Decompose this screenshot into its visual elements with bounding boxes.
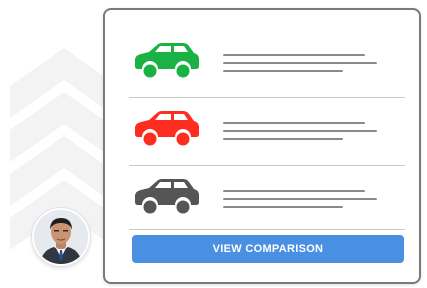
placeholder-line — [223, 54, 365, 56]
text-placeholder-lines — [223, 122, 379, 146]
car-wheel — [143, 132, 157, 146]
car-wheel — [176, 64, 190, 78]
placeholder-line — [223, 70, 343, 72]
car-icon — [135, 179, 199, 214]
divider — [129, 165, 405, 166]
view-comparison-button[interactable]: VIEW COMPARISON — [132, 235, 404, 263]
placeholder-line — [223, 198, 377, 200]
text-placeholder-lines — [223, 190, 379, 214]
list-item — [129, 170, 407, 230]
list-item — [129, 34, 407, 94]
person-avatar-icon — [34, 210, 88, 264]
car-icon — [135, 43, 199, 78]
car-wheel — [176, 200, 190, 214]
placeholder-line — [223, 206, 343, 208]
car-icon — [135, 111, 199, 146]
divider — [129, 97, 405, 98]
comparison-illustration: VIEW COMPARISON — [0, 0, 427, 288]
placeholder-line — [223, 122, 365, 124]
avatar — [32, 208, 90, 266]
placeholder-line — [223, 130, 377, 132]
comparison-card: VIEW COMPARISON — [103, 8, 421, 284]
divider — [129, 229, 405, 230]
placeholder-line — [223, 62, 377, 64]
list-item — [129, 102, 407, 162]
text-placeholder-lines — [223, 54, 379, 78]
car-wheel — [143, 200, 157, 214]
placeholder-line — [223, 190, 365, 192]
car-wheel — [143, 64, 157, 78]
car-wheel — [176, 132, 190, 146]
placeholder-line — [223, 138, 343, 140]
